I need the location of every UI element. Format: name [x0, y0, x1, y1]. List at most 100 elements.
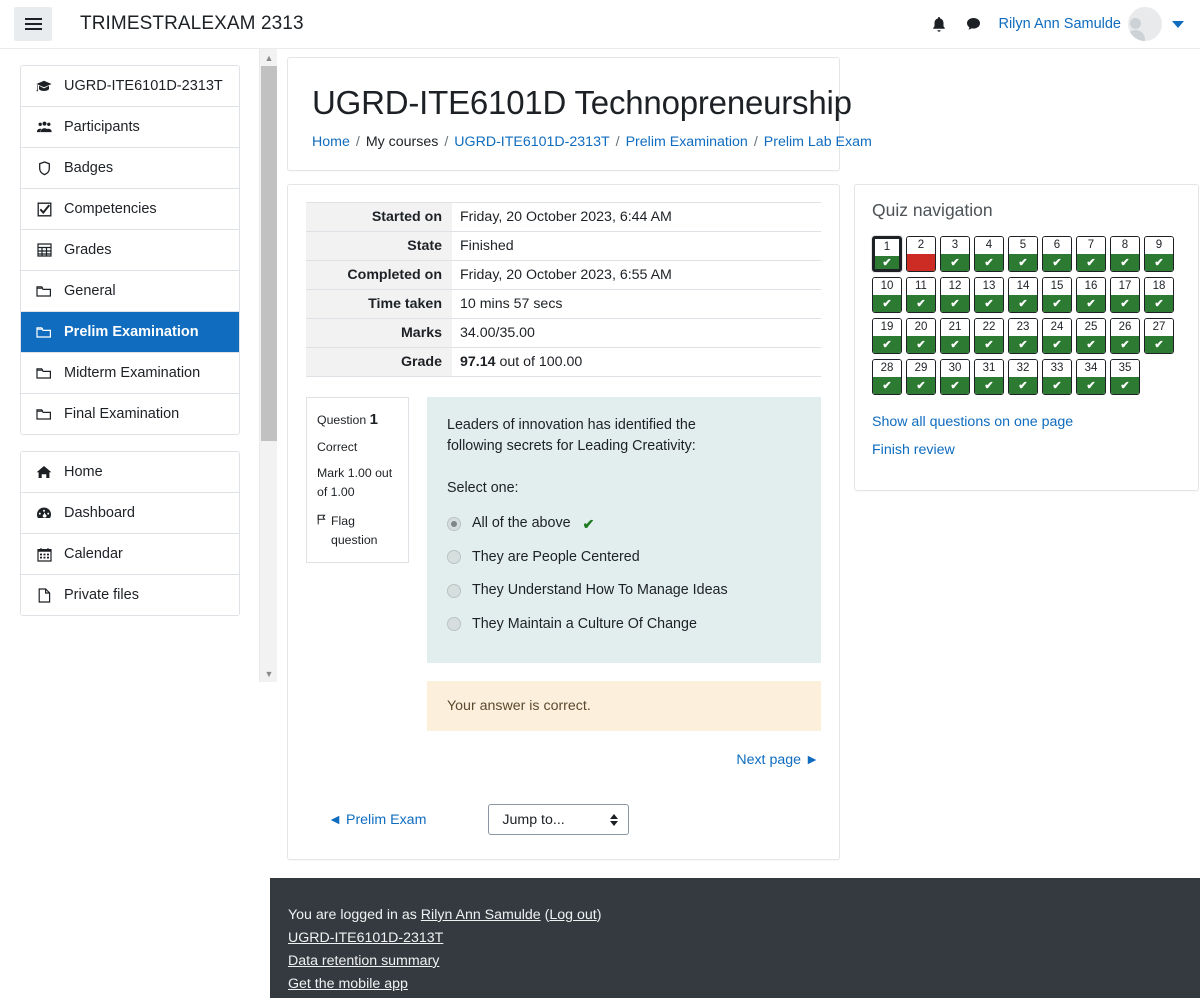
answer-option[interactable]: All of the above ✔	[447, 507, 801, 540]
answer-option[interactable]: They Understand How To Manage Ideas	[447, 574, 801, 607]
message-bubble-icon[interactable]	[956, 7, 990, 41]
breadcrumb-item-home[interactable]: Home	[312, 134, 350, 150]
flag-question-button[interactable]: Flag question	[317, 512, 399, 550]
hamburger-icon[interactable]	[14, 7, 52, 41]
footer-course-line: UGRD-ITE6101D-2313T	[288, 927, 1200, 949]
quiz-nav-question-29[interactable]: 29 ✔	[906, 359, 936, 395]
quiz-nav-question-25[interactable]: 25 ✔	[1076, 318, 1106, 354]
quiz-nav-question-26[interactable]: 26 ✔	[1110, 318, 1140, 354]
prev-activity-link[interactable]: ◄ Prelim Exam	[328, 812, 426, 828]
sidebar-scrollbar[interactable]: ▲ ▼	[259, 49, 277, 682]
quiz-nav-question-34[interactable]: 34 ✔	[1076, 359, 1106, 395]
data-retention-summary-link[interactable]: Data retention summary	[288, 953, 439, 969]
quiz-nav-question-22[interactable]: 22 ✔	[974, 318, 1004, 354]
sidebar-item-calendar[interactable]: Calendar	[21, 534, 239, 575]
chevron-down-icon[interactable]	[1172, 20, 1184, 28]
answer-option-label: They Maintain a Culture Of Change	[472, 615, 697, 632]
sidebar-item-dashboard[interactable]: Dashboard	[21, 493, 239, 534]
quiz-nav-question-23[interactable]: 23 ✔	[1008, 318, 1038, 354]
footer-user-link[interactable]: Rilyn Ann Samulde	[421, 907, 541, 923]
quiz-nav-question-28[interactable]: 28 ✔	[872, 359, 902, 395]
quiz-nav-question-2[interactable]: 2	[906, 236, 936, 272]
quiz-nav-question-7[interactable]: 7 ✔	[1076, 236, 1106, 272]
quiz-nav-question-11[interactable]: 11 ✔	[906, 277, 936, 313]
table-row: Time taken 10 mins 57 secs	[306, 289, 821, 319]
radio-button[interactable]	[447, 583, 461, 598]
quiz-nav-question-20[interactable]: 20 ✔	[906, 318, 936, 354]
sidebar-item-midterm-examination[interactable]: Midterm Examination	[21, 353, 239, 394]
sidebar-item-participants[interactable]: Participants	[21, 107, 239, 148]
quiz-nav-question-19[interactable]: 19 ✔	[872, 318, 902, 354]
finish-review-link[interactable]: Finish review	[872, 442, 1181, 458]
quiz-nav-question-4[interactable]: 4 ✔	[974, 236, 1004, 272]
quiz-nav-question-27[interactable]: 27 ✔	[1144, 318, 1174, 354]
bell-icon[interactable]	[922, 7, 956, 41]
quiz-nav-question-21[interactable]: 21 ✔	[940, 318, 970, 354]
avatar-body	[1128, 30, 1145, 41]
jump-to-select[interactable]: Jump to...	[488, 804, 630, 836]
quiz-nav-question-13[interactable]: 13 ✔	[974, 277, 1004, 313]
quiz-nav-question-8[interactable]: 8 ✔	[1110, 236, 1140, 272]
quiz-nav-question-32[interactable]: 32 ✔	[1008, 359, 1038, 395]
summary-label: State	[306, 231, 452, 261]
sidebar-item-prelim-examination[interactable]: Prelim Examination	[21, 312, 239, 353]
quiz-nav-question-24[interactable]: 24 ✔	[1042, 318, 1072, 354]
breadcrumb-item-prelim-examination[interactable]: Prelim Examination	[626, 134, 748, 150]
next-page-link[interactable]: Next page ►	[736, 752, 819, 768]
sidebar-item-course[interactable]: UGRD-ITE6101D-2313T	[21, 66, 239, 107]
scroll-up-icon[interactable]: ▲	[260, 49, 278, 66]
flag-icon	[317, 512, 326, 531]
sidebar-item-grades[interactable]: Grades	[21, 230, 239, 271]
radio-button[interactable]	[447, 550, 461, 565]
quiz-nav-question-number: 22	[975, 319, 1003, 336]
sidebar-item-label: Home	[64, 464, 103, 480]
quiz-nav-question-1[interactable]: 1 ✔	[872, 236, 902, 272]
question-word: Question	[317, 413, 367, 427]
quiz-nav-question-12[interactable]: 12 ✔	[940, 277, 970, 313]
quiz-nav-question-14[interactable]: 14 ✔	[1008, 277, 1038, 313]
up-down-stepper-icon	[610, 813, 619, 826]
quiz-nav-question-3[interactable]: 3 ✔	[940, 236, 970, 272]
quiz-nav-question-18[interactable]: 18 ✔	[1144, 277, 1174, 313]
question-number-line: Question 1	[317, 408, 399, 431]
get-mobile-app-link[interactable]: Get the mobile app	[288, 976, 408, 992]
quiz-nav-question-6[interactable]: 6 ✔	[1042, 236, 1072, 272]
show-all-questions-link[interactable]: Show all questions on one page	[872, 414, 1181, 430]
quiz-nav-question-10[interactable]: 10 ✔	[872, 277, 902, 313]
quiz-nav-question-33[interactable]: 33 ✔	[1042, 359, 1072, 395]
summary-label: Started on	[306, 202, 452, 232]
quiz-nav-question-number: 27	[1145, 319, 1173, 336]
quiz-nav-question-15[interactable]: 15 ✔	[1042, 277, 1072, 313]
sidebar-item-badges[interactable]: Badges	[21, 148, 239, 189]
attempt-summary-table: Started on Friday, 20 October 2023, 6:44…	[306, 202, 821, 377]
close-paren: )	[596, 907, 602, 923]
quiz-nav-question-31[interactable]: 31 ✔	[974, 359, 1004, 395]
quiz-nav-question-30[interactable]: 30 ✔	[940, 359, 970, 395]
scrollbar-thumb[interactable]	[261, 66, 277, 441]
quiz-nav-state-correct: ✔	[975, 336, 1003, 353]
quiz-nav-question-35[interactable]: 35 ✔	[1110, 359, 1140, 395]
quiz-nav-question-9[interactable]: 9 ✔	[1144, 236, 1174, 272]
avatar[interactable]	[1128, 7, 1162, 41]
sidebar-item-home[interactable]: Home	[21, 452, 239, 493]
quiz-nav-question-17[interactable]: 17 ✔	[1110, 277, 1140, 313]
quiz-nav-state-correct: ✔	[1077, 336, 1105, 353]
sidebar-item-competencies[interactable]: Competencies	[21, 189, 239, 230]
breadcrumb-item-course[interactable]: UGRD-ITE6101D-2313T	[454, 134, 609, 150]
quiz-nav-question-16[interactable]: 16 ✔	[1076, 277, 1106, 313]
question-content: Leaders of innovation has identified the…	[427, 397, 821, 768]
answer-option[interactable]: They Maintain a Culture Of Change	[447, 608, 801, 641]
sidebar-item-private-files[interactable]: Private files	[21, 575, 239, 615]
breadcrumb-item-prelim-lab-exam[interactable]: Prelim Lab Exam	[764, 134, 872, 150]
quiz-nav-question-5[interactable]: 5 ✔	[1008, 236, 1038, 272]
logout-link[interactable]: Log out	[549, 907, 596, 923]
footer-course-link[interactable]: UGRD-ITE6101D-2313T	[288, 930, 443, 946]
user-name[interactable]: Rilyn Ann Samulde	[998, 16, 1121, 32]
sidebar-item-general[interactable]: General	[21, 271, 239, 312]
sidebar-item-final-examination[interactable]: Final Examination	[21, 394, 239, 434]
scroll-down-icon[interactable]: ▼	[260, 665, 278, 682]
radio-button-selected[interactable]	[447, 517, 461, 532]
radio-button[interactable]	[447, 617, 461, 632]
breadcrumb-separator: /	[615, 134, 620, 150]
answer-option[interactable]: They are People Centered	[447, 541, 801, 574]
